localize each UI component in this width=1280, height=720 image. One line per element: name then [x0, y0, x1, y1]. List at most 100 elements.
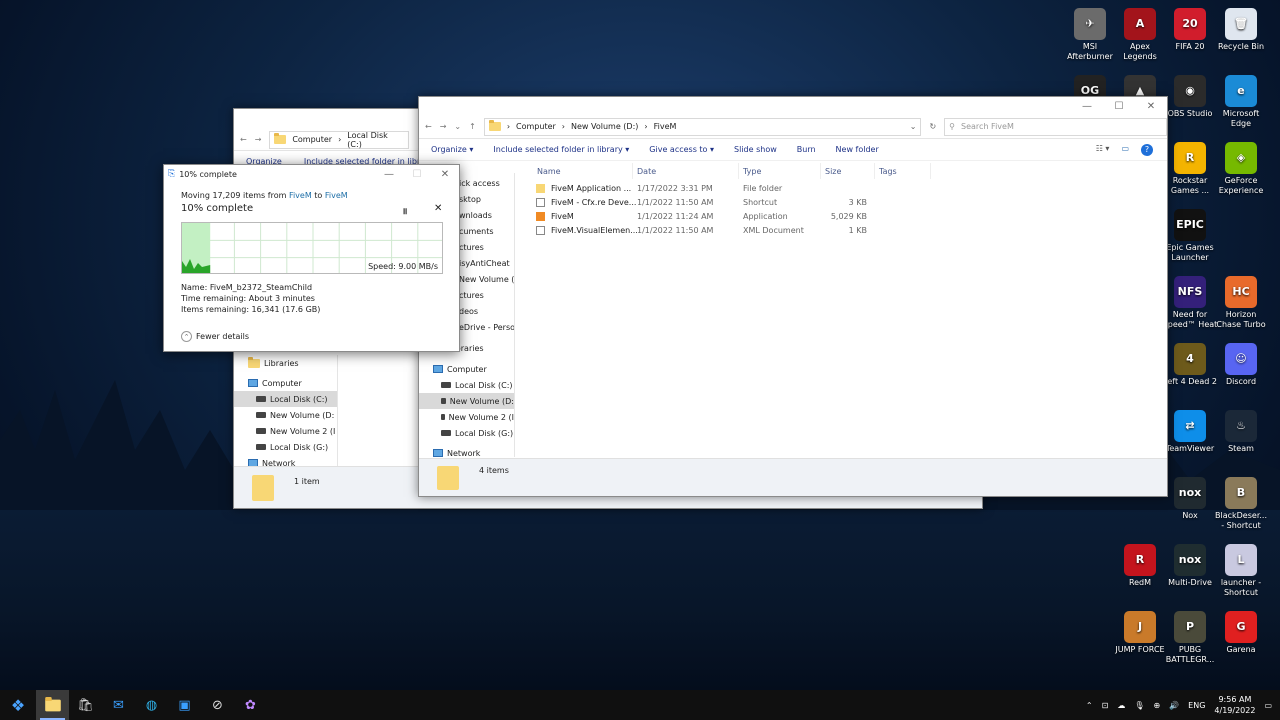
desktop-icon[interactable]: Llauncher - Shortcut — [1213, 544, 1269, 598]
organize-button[interactable]: Organize ▾ — [431, 145, 473, 154]
desktop-icon[interactable]: B BlackDeser... - Shortcut — [1213, 477, 1269, 531]
refresh-icon[interactable]: ↻ — [929, 122, 936, 131]
maximize-button[interactable]: ☐ — [1103, 95, 1135, 117]
desktop-icon[interactable]: 🗑 Recycle Bin — [1213, 8, 1269, 52]
breadcrumb[interactable]: › Computer › New Volume (D:) › FiveM ⌄ — [483, 117, 922, 136]
up-arrow-icon[interactable]: ↑ — [469, 122, 476, 131]
nav-local-disk-c[interactable]: Local Disk (C:) — [234, 391, 337, 407]
fewer-details-button[interactable]: ⌃ Fewer details — [181, 331, 249, 342]
new-folder-button[interactable]: New folder — [836, 145, 879, 154]
desktop-icon[interactable]: nox Nox — [1162, 477, 1218, 521]
name-line: Name: FiveM_b2372_SteamChild — [181, 283, 313, 292]
breadcrumb-computer[interactable]: Computer — [292, 135, 332, 144]
nav-network[interactable]: Network — [419, 445, 514, 457]
forward-arrow-icon[interactable]: → — [255, 135, 262, 144]
taskbar-store[interactable]: 🛍 — [69, 690, 102, 720]
taskbar-photos[interactable]: ▣ — [168, 690, 201, 720]
notification-icon[interactable]: ▭ — [1264, 701, 1272, 710]
file-row[interactable]: FiveM Application ... 1/17/2022 3:31 PM Fi… — [523, 181, 943, 195]
column-date[interactable]: Date — [633, 163, 739, 179]
close-button[interactable]: ✕ — [1135, 95, 1167, 117]
desktop-icon[interactable]: J JUMP FORCE — [1112, 611, 1168, 655]
include-library-button[interactable]: Include selected folder in library ▾ — [493, 145, 629, 154]
column-tags[interactable]: Tags — [875, 163, 931, 179]
file-row[interactable]: FiveM 1/1/2022 11:24 AM Application 5,029 K… — [523, 209, 943, 223]
address-bar[interactable]: ← → ⌄ ↑ › Computer › New Volume (D:) › F… — [419, 115, 1167, 139]
clock[interactable]: 9:56 AM 4/19/2022 — [1214, 694, 1255, 716]
breadcrumb-new-volume[interactable]: New Volume (D:) — [571, 122, 638, 131]
desktop-icon[interactable]: ☺ Discord — [1213, 343, 1269, 387]
microphone-icon[interactable]: 🎙 — [1134, 701, 1144, 710]
desktop-icon[interactable]: ⇄ TeamViewer — [1162, 410, 1218, 454]
view-options-icon[interactable]: ☷ ▾ — [1096, 144, 1110, 156]
source-link[interactable]: FiveM — [289, 191, 312, 200]
desktop-icon[interactable]: nox Multi-Drive — [1162, 544, 1218, 588]
column-name[interactable]: Name — [533, 163, 633, 179]
language-indicator[interactable]: ENG — [1188, 701, 1205, 710]
explorer-window-front[interactable]: — ☐ ✕ ← → ⌄ ↑ › Computer › New Volume (D… — [418, 96, 1168, 497]
copy-progress-dialog[interactable]: ⎘ 10% complete — ☐ ✕ Moving 17,209 items… — [163, 164, 460, 352]
minimize-button[interactable]: — — [375, 165, 403, 183]
folder-icon — [488, 120, 501, 131]
give-access-button[interactable]: Give access to ▾ — [649, 145, 714, 154]
cloud-icon[interactable]: ☁ — [1117, 701, 1125, 710]
desktop-icon[interactable]: G Garena — [1213, 611, 1269, 655]
desktop-icon[interactable]: ◈ GeForce Experience — [1213, 142, 1269, 196]
breadcrumb-fivem[interactable]: FiveM — [654, 122, 677, 131]
help-icon[interactable]: ? — [1141, 143, 1153, 156]
desktop-icon[interactable]: ♨ Steam — [1213, 410, 1269, 454]
dropdown-chevron-icon[interactable]: ⌄ — [910, 122, 917, 131]
forward-arrow-icon[interactable]: → — [440, 122, 447, 131]
pause-button[interactable]: ॥ — [402, 204, 407, 217]
desktop-icon[interactable]: e Microsoft Edge — [1213, 75, 1269, 129]
taskbar-app[interactable]: ⊘ — [201, 690, 234, 720]
destination-link[interactable]: FiveM — [325, 191, 348, 200]
breadcrumb-local-disk[interactable]: Local Disk (C:) — [347, 131, 404, 149]
chevron-up-icon[interactable]: ⌃ — [1086, 701, 1093, 710]
desktop-icon[interactable]: EPIC Epic Games Launcher — [1162, 209, 1218, 263]
burn-button[interactable]: Burn — [797, 145, 816, 154]
column-size[interactable]: Size — [821, 163, 875, 179]
nav-new-volume-d[interactable]: New Volume (D: — [234, 407, 337, 423]
search-input[interactable]: ⚲ Search FiveM — [944, 117, 1167, 136]
minimize-button[interactable]: — — [1071, 95, 1103, 117]
start-button[interactable]: ❖ — [0, 690, 36, 720]
back-arrow-icon[interactable]: ← — [240, 135, 247, 144]
file-row[interactable]: FiveM - Cfx.re Deve... 1/1/2022 11:50 AM S… — [523, 195, 943, 209]
nav-local-disk-g[interactable]: Local Disk (G:) — [419, 425, 514, 441]
recent-chevron-icon[interactable]: ⌄ — [454, 122, 461, 131]
cancel-button[interactable]: ✕ — [434, 203, 442, 214]
back-arrow-icon[interactable]: ← — [425, 122, 432, 131]
close-button[interactable]: ✕ — [431, 165, 459, 183]
volume-icon[interactable]: 🔊 — [1169, 701, 1179, 710]
preview-pane-icon[interactable]: ▭ — [1121, 144, 1129, 156]
nav-computer[interactable]: Computer — [419, 361, 514, 377]
file-row[interactable]: FiveM.VisualElemen... 1/1/2022 11:50 AM XM… — [523, 223, 943, 237]
nav-new-volume-2[interactable]: New Volume 2 (I — [234, 423, 337, 439]
usb-icon[interactable]: ⊕ — [1153, 701, 1160, 710]
taskbar-file-explorer[interactable] — [36, 690, 69, 720]
desktop-icon[interactable]: 20 FIFA 20 — [1162, 8, 1218, 52]
desktop-icon[interactable]: ◉ OBS Studio — [1162, 75, 1218, 119]
desktop-icon[interactable]: 4 Left 4 Dead 2 — [1162, 343, 1218, 387]
desktop-icon[interactable]: ✈ MSI Afterburner — [1062, 8, 1118, 62]
taskbar-app-2[interactable]: ✿ — [234, 690, 267, 720]
desktop-icon[interactable]: R Rockstar Games ... — [1162, 142, 1218, 196]
desktop-icon[interactable]: R RedM — [1112, 544, 1168, 588]
column-type[interactable]: Type — [739, 163, 821, 179]
nav-computer[interactable]: Computer — [234, 375, 337, 391]
nav-local-disk-c[interactable]: Local Disk (C:) — [419, 377, 514, 393]
network-icon[interactable]: ⊡ — [1102, 701, 1109, 710]
desktop-icon[interactable]: NFS Need for Speed™ Heat — [1162, 276, 1218, 330]
nav-new-volume-2[interactable]: New Volume 2 (I — [419, 409, 514, 425]
desktop-icon[interactable]: A Apex Legends — [1112, 8, 1168, 62]
desktop-icon[interactable]: P PUBG BATTLEGR... — [1162, 611, 1218, 665]
breadcrumb-computer[interactable]: Computer — [516, 122, 556, 131]
taskbar-edge[interactable]: ◍ — [135, 690, 168, 720]
nav-libraries[interactable]: Libraries — [234, 355, 337, 371]
nav-local-disk-g[interactable]: Local Disk (G:) — [234, 439, 337, 455]
desktop-icon[interactable]: HC Horizon Chase Turbo — [1213, 276, 1269, 330]
nav-new-volume-d[interactable]: New Volume (D: — [419, 393, 514, 409]
taskbar-mail[interactable]: ✉ — [102, 690, 135, 720]
slide-show-button[interactable]: Slide show — [734, 145, 777, 154]
